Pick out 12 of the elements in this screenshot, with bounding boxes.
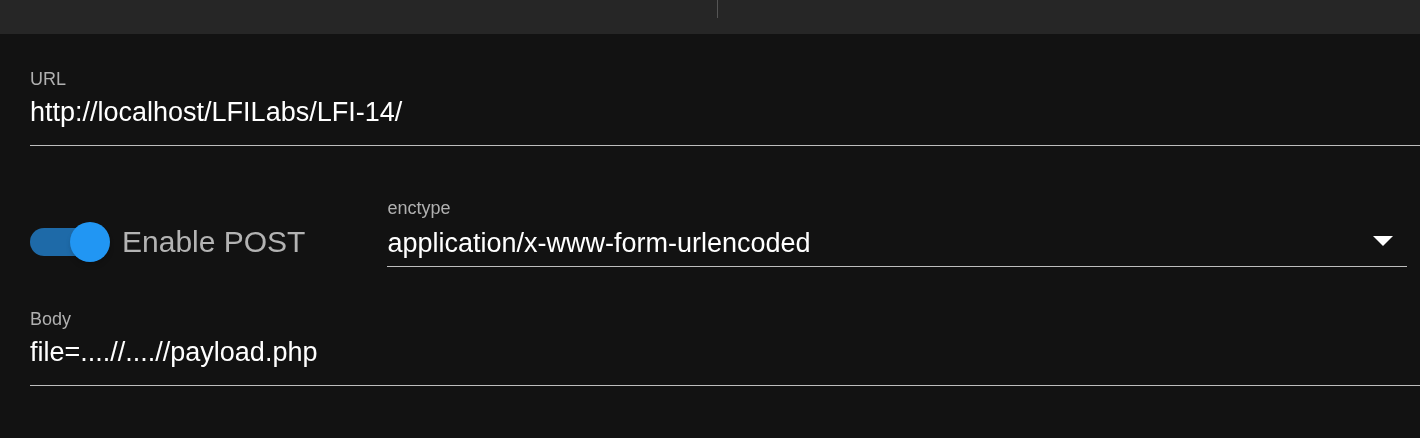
url-input[interactable]: http://localhost/LFILabs/LFI-14/: [30, 95, 1420, 129]
select-value: application/x-www-form-urlencoded: [387, 227, 811, 260]
body-input[interactable]: file=....//....//payload.php: [30, 335, 1420, 369]
body-field[interactable]: Body file=....//....//payload.php: [30, 307, 1420, 386]
field-label: Body: [30, 308, 72, 331]
field-label: enctype: [387, 197, 451, 220]
toggle-label: Enable POST: [122, 224, 306, 260]
url-field[interactable]: URL http://localhost/LFILabs/LFI-14/: [30, 67, 1420, 146]
dropdown-caret-icon: [1373, 236, 1394, 246]
post-toggle[interactable]: [30, 220, 110, 264]
enctype-select[interactable]: enctype application/x-www-form-urlencoded: [387, 196, 1408, 267]
field-label: URL: [30, 68, 66, 91]
